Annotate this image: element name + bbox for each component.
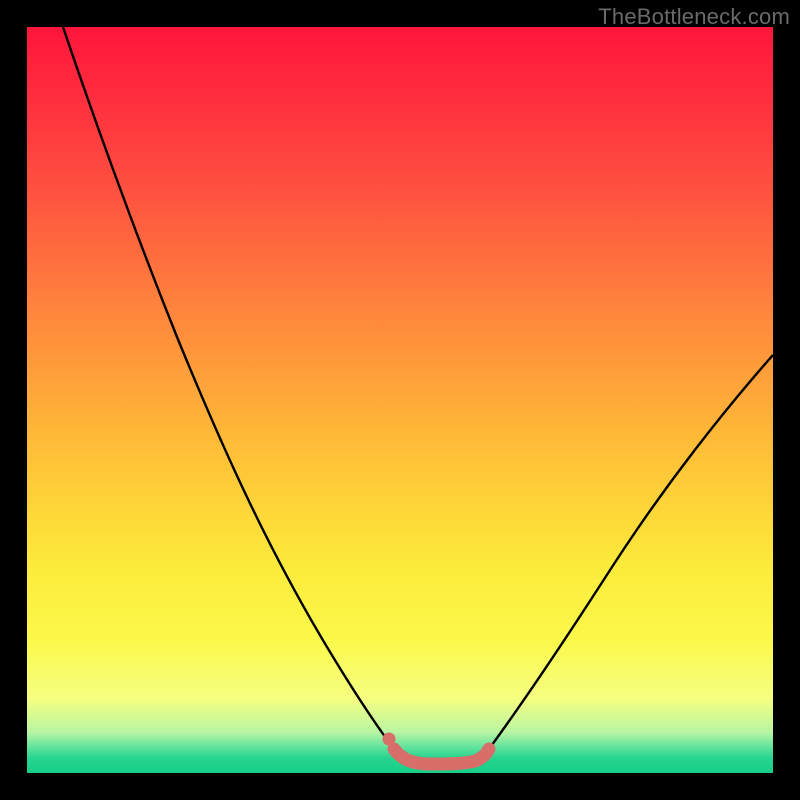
valley-segment — [394, 749, 489, 764]
left-curve — [63, 27, 394, 749]
curve-layer — [27, 27, 773, 773]
watermark-text: TheBottleneck.com — [598, 4, 790, 30]
plot-area — [27, 27, 773, 773]
chart-frame: TheBottleneck.com — [0, 0, 800, 800]
right-curve — [489, 355, 773, 749]
